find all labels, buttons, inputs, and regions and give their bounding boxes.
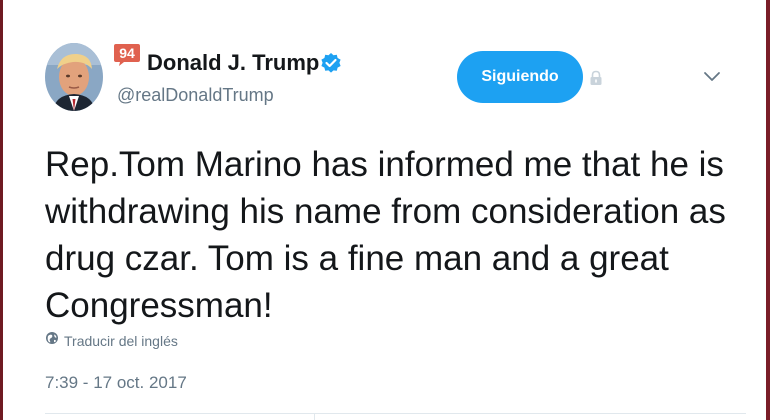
badge-icon: 94 xyxy=(114,44,140,66)
user-handle[interactable]: @realDonaldTrump xyxy=(117,84,274,106)
lock-icon xyxy=(588,70,604,86)
display-name[interactable]: Donald J. Trump xyxy=(147,50,319,76)
globe-icon xyxy=(45,331,59,350)
following-button[interactable]: Siguiendo xyxy=(457,51,583,103)
right-edge xyxy=(766,0,770,420)
translate-label: Traducir del inglés xyxy=(64,332,178,349)
divider-tick xyxy=(314,413,315,420)
tweet-card: 94 Donald J. Trump @realDonaldTrump Sigu… xyxy=(0,0,770,420)
left-edge xyxy=(0,0,3,420)
tweet-timestamp[interactable]: 7:39 - 17 oct. 2017 xyxy=(45,372,187,394)
badge-count: 94 xyxy=(119,45,135,61)
divider xyxy=(45,413,746,414)
tweet-text: Rep.Tom Marino has informed me that he i… xyxy=(45,145,726,325)
translate-link[interactable]: Traducir del inglés xyxy=(45,331,178,350)
chevron-down-icon[interactable] xyxy=(703,70,721,84)
verified-icon xyxy=(320,52,342,74)
avatar[interactable] xyxy=(45,43,103,111)
